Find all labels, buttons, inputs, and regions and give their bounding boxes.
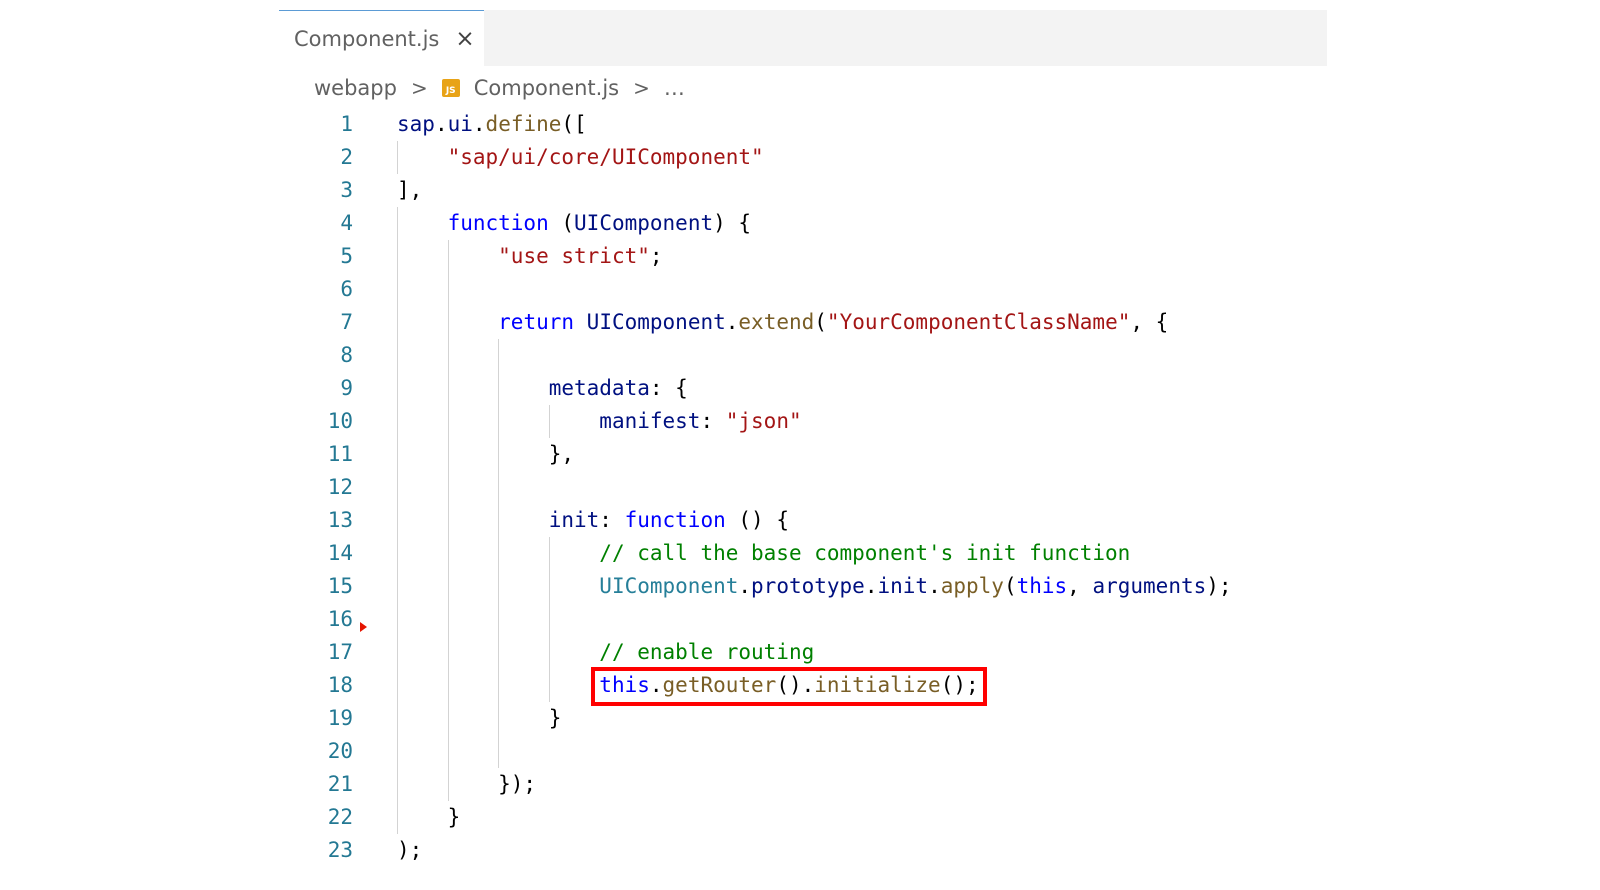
tab-label: Component.js xyxy=(294,26,440,51)
indent-guide xyxy=(397,141,398,174)
indent-guide xyxy=(548,405,550,438)
breadcrumb-folder[interactable]: webapp xyxy=(314,76,397,100)
line-code: }); xyxy=(397,772,537,796)
line-number: 20 xyxy=(327,739,353,763)
line-number: 16 xyxy=(327,607,353,631)
indent-guide xyxy=(548,537,550,702)
code-line-22[interactable]: 22 } xyxy=(279,801,1327,834)
tab-bar: Component.js × xyxy=(279,10,1327,66)
code-line-21[interactable]: 21 }); xyxy=(279,768,1327,801)
line-number: 15 xyxy=(327,574,353,598)
code-line-2[interactable]: 2 "sap/ui/core/UIComponent" xyxy=(279,141,1327,174)
code-line-6[interactable]: 6 xyxy=(279,273,1327,306)
code-line-1[interactable]: 1 sap.ui.define([ xyxy=(279,108,1327,141)
code-line-16[interactable]: 16 xyxy=(279,603,1327,636)
line-number: 3 xyxy=(340,178,353,202)
line-number: 19 xyxy=(327,706,353,730)
code-line-7[interactable]: 7 return UIComponent.extend("YourCompone… xyxy=(279,306,1327,339)
tab-component-js[interactable]: Component.js × xyxy=(279,10,484,66)
line-code: sap.ui.define([ xyxy=(397,112,587,136)
code-line-20[interactable]: 20 xyxy=(279,735,1327,768)
chevron-right-icon: > xyxy=(410,76,428,100)
indent-guide xyxy=(498,339,500,768)
code-line-8[interactable]: 8 xyxy=(279,339,1327,372)
line-number: 18 xyxy=(327,673,353,697)
line-code: } xyxy=(397,706,562,730)
breadcrumb-file[interactable]: Component.js xyxy=(474,76,619,100)
line-number: 17 xyxy=(327,640,353,664)
line-number: 23 xyxy=(327,838,353,862)
line-code: // call the base component's init functi… xyxy=(599,541,1131,565)
code-line-5[interactable]: 5 "use strict"; xyxy=(279,240,1327,273)
line-code: ); xyxy=(397,838,423,862)
line-number: 22 xyxy=(327,805,353,829)
code-editor: Component.js × webapp > JS Component.js … xyxy=(279,10,1327,886)
close-icon[interactable]: × xyxy=(455,26,474,52)
code-line-23[interactable]: 23); xyxy=(279,834,1327,867)
line-number: 5 xyxy=(340,244,353,268)
line-number: 21 xyxy=(327,772,353,796)
breadcrumb: webapp > JS Component.js > … xyxy=(314,67,685,109)
line-code: "use strict"; xyxy=(498,244,663,268)
line-code: } xyxy=(397,805,461,829)
highlight-box xyxy=(591,667,987,706)
line-number: 8 xyxy=(340,343,353,367)
line-number: 10 xyxy=(327,409,353,433)
line-code: "sap/ui/core/UIComponent" xyxy=(447,145,764,169)
js-file-icon: JS xyxy=(441,79,460,97)
line-number: 9 xyxy=(340,376,353,400)
line-code: metadata: { xyxy=(548,376,688,400)
line-code: return UIComponent.extend("YourComponent… xyxy=(498,310,1169,334)
code-line-17[interactable]: 17 // enable routing xyxy=(279,636,1327,669)
line-number: 4 xyxy=(340,211,353,235)
line-code: }, xyxy=(397,442,575,466)
line-number: 7 xyxy=(340,310,353,334)
line-number: 2 xyxy=(340,145,353,169)
line-code: // enable routing xyxy=(599,640,815,664)
line-number: 13 xyxy=(327,508,353,532)
code-line-4[interactable]: 4 function (UIComponent) { xyxy=(279,207,1327,240)
line-number: 14 xyxy=(327,541,353,565)
line-code: function (UIComponent) { xyxy=(447,211,752,235)
indent-guide xyxy=(397,207,398,834)
code-line-10[interactable]: 10 manifest: "json" xyxy=(279,405,1327,438)
chevron-right-icon: > xyxy=(633,76,650,100)
line-code: manifest: "json" xyxy=(599,409,802,433)
line-number: 1 xyxy=(340,112,353,136)
code-line-9[interactable]: 9 metadata: { xyxy=(279,372,1327,405)
code-line-3[interactable]: 3], xyxy=(279,174,1327,207)
line-code: init: function () { xyxy=(548,508,789,532)
code-line-14[interactable]: 14 // call the base component's init fun… xyxy=(279,537,1327,570)
line-number: 6 xyxy=(340,277,353,301)
line-code: UIComponent.prototype.init.apply(this, a… xyxy=(599,574,1232,598)
code-line-11[interactable]: 11 }, xyxy=(279,438,1327,471)
line-number: 12 xyxy=(327,475,353,499)
code-line-13[interactable]: 13 init: function () { xyxy=(279,504,1327,537)
breadcrumb-more[interactable]: … xyxy=(664,76,685,100)
line-code: ], xyxy=(397,178,423,202)
breakpoint-marker-icon xyxy=(360,622,367,632)
code-line-19[interactable]: 19 } xyxy=(279,702,1327,735)
code-line-12[interactable]: 12 xyxy=(279,471,1327,504)
line-number: 11 xyxy=(327,442,353,466)
indent-guide xyxy=(447,240,449,801)
code-line-15[interactable]: 15 UIComponent.prototype.init.apply(this… xyxy=(279,570,1327,603)
